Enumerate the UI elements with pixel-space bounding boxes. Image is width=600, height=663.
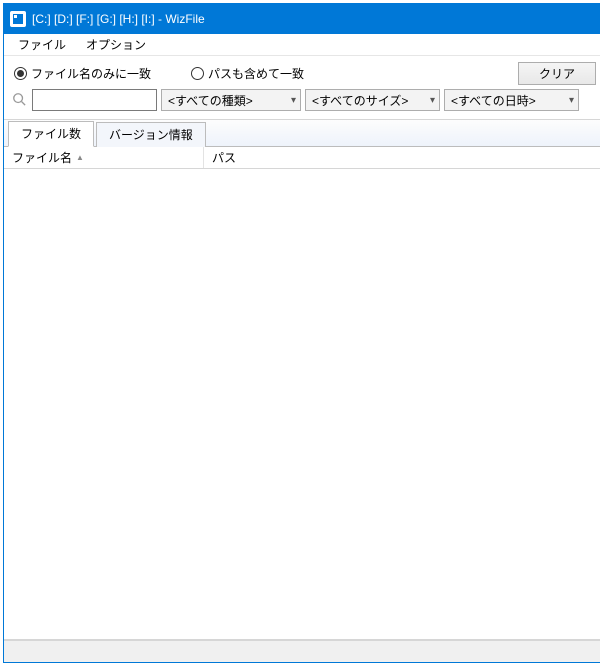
- chevron-down-icon: ▾: [430, 95, 435, 106]
- sort-ascending-icon: ▲: [76, 153, 84, 162]
- search-icon: [10, 92, 28, 109]
- window-title: [C:] [D:] [F:] [G:] [H:] [I:] - WizFile: [32, 12, 205, 26]
- column-path-label: パス: [212, 149, 236, 166]
- radio-include-path[interactable]: パスも含めて一致: [191, 65, 304, 82]
- match-mode-radio-group: ファイル名のみに一致 パスも含めて一致: [14, 65, 304, 82]
- chevron-down-icon: ▾: [569, 95, 574, 106]
- radio-filename-only-label: ファイル名のみに一致: [31, 65, 151, 82]
- search-input[interactable]: [32, 89, 157, 111]
- radio-circle-icon: [191, 67, 204, 80]
- app-icon: [10, 11, 26, 27]
- search-toolbar: <すべての種類> ▾ <すべてのサイズ> ▾ <すべての日時> ▾: [4, 89, 600, 119]
- column-header-path[interactable]: パス: [204, 147, 600, 168]
- filter-toolbar: ファイル名のみに一致 パスも含めて一致 クリア: [4, 56, 600, 89]
- tab-file-count[interactable]: ファイル数: [8, 121, 94, 147]
- titlebar[interactable]: [C:] [D:] [F:] [G:] [H:] [I:] - WizFile: [4, 4, 600, 34]
- clear-button[interactable]: クリア: [518, 62, 596, 85]
- list-header: ファイル名 ▲ パス: [4, 147, 600, 169]
- size-filter-label: <すべてのサイズ>: [312, 92, 408, 109]
- tab-version-info[interactable]: バージョン情報: [96, 122, 206, 147]
- chevron-down-icon: ▾: [291, 95, 296, 106]
- radio-include-path-label: パスも含めて一致: [208, 65, 304, 82]
- tab-strip: ファイル数 バージョン情報: [4, 119, 600, 147]
- date-filter-combo[interactable]: <すべての日時> ▾: [444, 89, 579, 111]
- radio-dot-icon: [14, 67, 27, 80]
- menu-options[interactable]: オプション: [76, 34, 156, 55]
- date-filter-label: <すべての日時>: [451, 92, 536, 109]
- results-list[interactable]: [4, 169, 600, 640]
- type-filter-combo[interactable]: <すべての種類> ▾: [161, 89, 301, 111]
- statusbar: [4, 640, 600, 662]
- size-filter-combo[interactable]: <すべてのサイズ> ▾: [305, 89, 440, 111]
- column-filename-label: ファイル名: [12, 149, 72, 166]
- radio-filename-only[interactable]: ファイル名のみに一致: [14, 65, 151, 82]
- column-header-filename[interactable]: ファイル名 ▲: [4, 147, 204, 168]
- menubar: ファイル オプション: [4, 34, 600, 56]
- menu-file[interactable]: ファイル: [8, 34, 76, 55]
- app-window: [C:] [D:] [F:] [G:] [H:] [I:] - WizFile …: [3, 3, 600, 663]
- type-filter-label: <すべての種類>: [168, 92, 253, 109]
